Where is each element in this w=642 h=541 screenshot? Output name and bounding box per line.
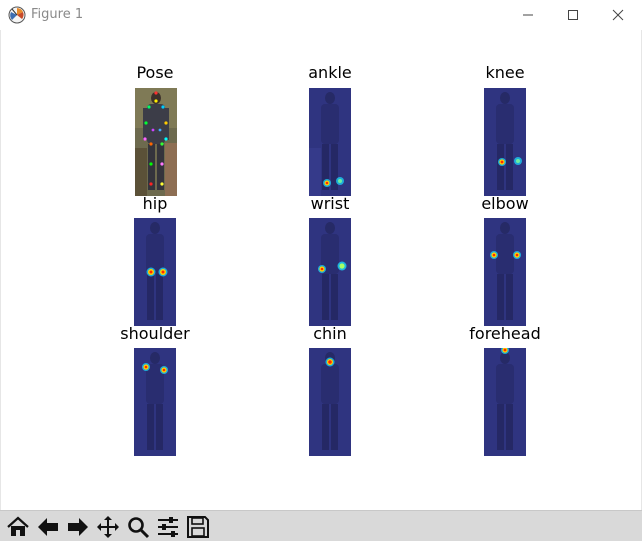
matplotlib-app-icon [8,6,26,24]
panel-title-hip: hip [142,194,168,213]
configure-subplots-button[interactable] [154,514,182,540]
close-button[interactable] [595,0,641,30]
forward-button[interactable] [64,514,92,540]
close-icon [612,9,624,21]
back-button[interactable] [34,514,62,540]
zoom-magnifier-icon [128,517,150,539]
elbow-heatmap [484,218,526,326]
configure-subplots-icon [158,517,178,537]
panel-title-wrist: wrist [310,194,350,213]
panel-title-pose: Pose [136,63,174,82]
pan-button[interactable] [94,514,122,540]
forward-arrow-icon [68,518,88,536]
minimize-button[interactable] [505,0,551,30]
panel-title-elbow: elbow [481,194,529,213]
ankle-heatmap [309,88,351,196]
save-button[interactable] [184,514,212,540]
panel-title-shoulder: shoulder [120,324,190,343]
panel-title-chin: chin [313,324,347,343]
figure-canvas[interactable]: Pose ankle knee hip wrist elbow shoulder… [0,30,642,510]
maximize-icon [568,10,578,20]
pose-image [135,88,177,196]
wrist-heatmap [309,218,351,326]
back-arrow-icon [38,518,58,536]
chin-heatmap [309,348,351,456]
panel-title-knee: knee [485,63,525,82]
window-title: Figure 1 [31,7,84,22]
panel-title-ankle: ankle [308,63,352,82]
home-button[interactable] [4,514,32,540]
save-floppy-icon [187,516,209,538]
forehead-heatmap [484,348,526,456]
minimize-icon [523,14,533,16]
zoom-button[interactable] [124,514,152,540]
maximize-button[interactable] [550,0,596,30]
pan-move-icon [97,516,119,538]
knee-heatmap [484,88,526,196]
panel-title-forehead: forehead [469,324,541,343]
shoulder-heatmap [134,348,176,456]
home-icon [7,516,29,536]
window-titlebar[interactable]: Figure 1 [0,0,642,30]
navigation-toolbar [0,510,642,541]
hip-heatmap [134,218,176,326]
